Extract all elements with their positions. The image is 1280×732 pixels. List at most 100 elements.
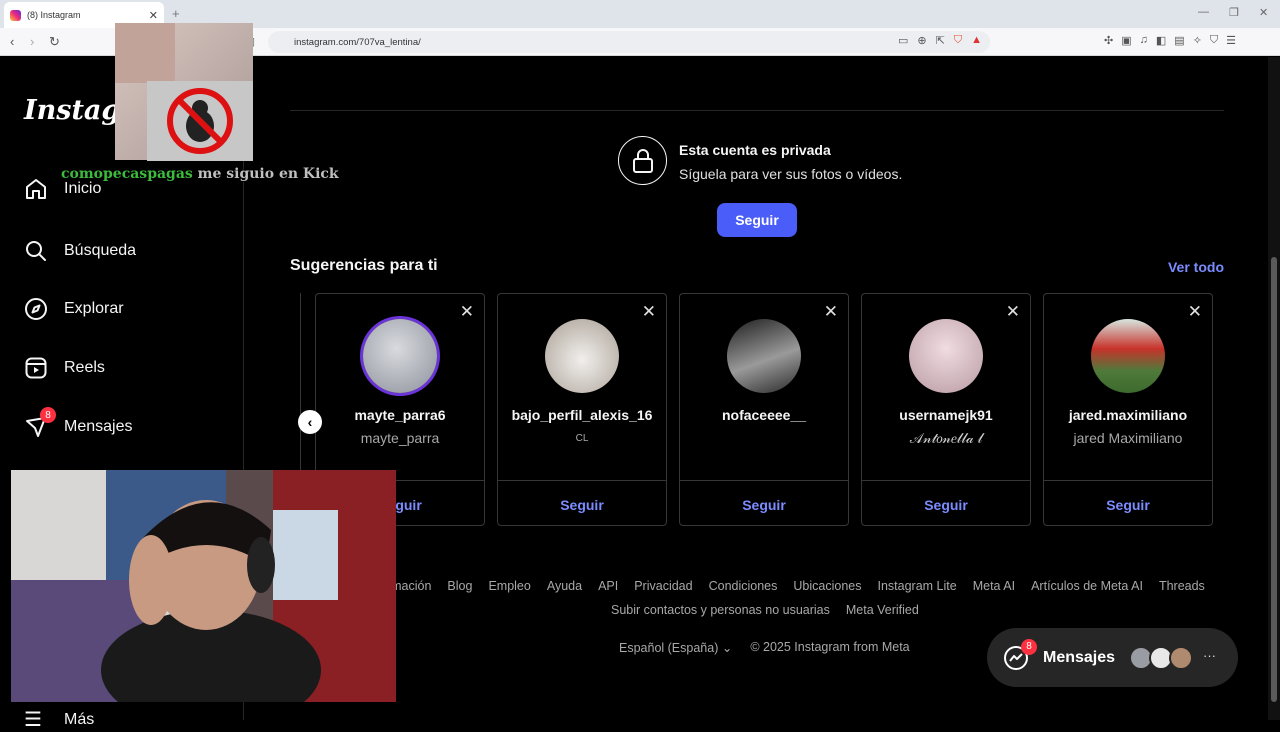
- dismiss-icon[interactable]: ✕: [1188, 302, 1202, 322]
- messenger-icon: 8: [1003, 638, 1037, 671]
- minimize-icon[interactable]: —: [1198, 6, 1209, 18]
- share-icon[interactable]: ⇱: [936, 34, 945, 47]
- suggestion-name: CL: [575, 433, 589, 444]
- language-select[interactable]: Español (España) ⌄: [619, 640, 732, 655]
- language-label: Español (España): [619, 641, 719, 655]
- dismiss-icon[interactable]: ✕: [642, 302, 656, 322]
- follow-button[interactable]: Seguir: [717, 203, 797, 237]
- see-all-link[interactable]: Ver todo: [1168, 259, 1224, 275]
- suggestions-title: Sugerencias para ti: [290, 257, 438, 274]
- sidebar-item-label: Inicio: [64, 180, 102, 197]
- suggestion-username[interactable]: jared.maximiliano: [1044, 407, 1212, 423]
- sidebar-item-label: Reels: [64, 359, 105, 376]
- footer-link[interactable]: Subir contactos y personas no usuarias: [611, 603, 830, 617]
- sidebar-item-label: Explorar: [64, 300, 124, 317]
- carousel-prev-button[interactable]: ‹: [298, 410, 322, 434]
- suggestion-follow-button[interactable]: Seguir: [862, 497, 1030, 513]
- footer-link[interactable]: API: [598, 579, 618, 593]
- url-actions: ▭ ⊕ ⇱ ⛉ ▲: [898, 34, 982, 47]
- footer-link[interactable]: Privacidad: [634, 579, 692, 593]
- avatar[interactable]: [1091, 319, 1165, 393]
- forward-icon[interactable]: ›: [30, 34, 34, 49]
- footer-links: ormación Blog Empleo Ayuda API Privacida…: [380, 579, 1240, 593]
- card-divider: [680, 480, 848, 481]
- suggestion-card: ✕ nofaceeee__ Seguir: [679, 293, 849, 526]
- avatar[interactable]: [363, 319, 437, 393]
- sidebar-item-reels[interactable]: Reels: [24, 356, 105, 380]
- lock-icon: [618, 136, 667, 185]
- dismiss-icon[interactable]: ✕: [460, 302, 474, 322]
- avatar: [1169, 646, 1193, 670]
- suggestion-follow-button[interactable]: Seguir: [680, 497, 848, 513]
- messages-icon: 8: [24, 407, 56, 439]
- wallet2-icon[interactable]: ▤: [1174, 34, 1184, 47]
- close-tab-icon[interactable]: ✕: [149, 9, 158, 22]
- back-icon[interactable]: ‹: [10, 34, 14, 49]
- suggestion-username[interactable]: usernamejk91: [862, 407, 1030, 423]
- footer-link[interactable]: Meta Verified: [846, 603, 919, 617]
- close-window-icon[interactable]: ✕: [1259, 6, 1268, 19]
- restore-icon[interactable]: ❐: [1229, 6, 1239, 19]
- suggestion-card: ✕ bajo_perfil_alexis_16 CL Seguir: [497, 293, 667, 526]
- alert-username: comopecaspagas: [61, 166, 193, 182]
- notification-badge: 8: [40, 407, 56, 423]
- scrollbar[interactable]: [1268, 57, 1280, 720]
- footer-link[interactable]: Empleo: [488, 579, 530, 593]
- new-tab-icon[interactable]: +: [172, 6, 180, 21]
- zoom-icon[interactable]: ⊕: [917, 34, 926, 47]
- leo-icon[interactable]: ✧: [1193, 34, 1202, 47]
- messages-pill[interactable]: 8 Mensajes ···: [987, 628, 1238, 687]
- footer-link[interactable]: Ubicaciones: [793, 579, 861, 593]
- sidebar-toggle-icon[interactable]: ◧: [1156, 34, 1166, 47]
- dismiss-icon[interactable]: ✕: [1006, 302, 1020, 322]
- private-account-subtitle: Síguela para ver sus fotos o vídeos.: [679, 166, 903, 182]
- messages-pill-label: Mensajes: [1043, 648, 1116, 666]
- compass-icon: [24, 297, 48, 321]
- avatar[interactable]: [545, 319, 619, 393]
- vpn-icon[interactable]: ⛉: [1210, 34, 1218, 47]
- suggestion-username[interactable]: bajo_perfil_alexis_16: [498, 407, 666, 423]
- footer-links-secondary: Subir contactos y personas no usuarias M…: [611, 603, 919, 617]
- address-bar[interactable]: instagram.com/707va_lentina/ ▭ ⊕ ⇱ ⛉ ▲: [268, 31, 990, 53]
- suggestion-card: ✕ jared.maximiliano jared Maximiliano Se…: [1043, 293, 1213, 526]
- footer-link[interactable]: Meta AI: [973, 579, 1015, 593]
- card-divider: [498, 480, 666, 481]
- footer-link[interactable]: Condiciones: [709, 579, 778, 593]
- suggestion-username[interactable]: nofaceeee__: [680, 407, 848, 423]
- avatar[interactable]: [909, 319, 983, 393]
- avatar[interactable]: [727, 319, 801, 393]
- footer-link[interactable]: Ayuda: [547, 579, 582, 593]
- footer-link[interactable]: Artículos de Meta AI: [1031, 579, 1143, 593]
- suggestion-name: mayte_parra: [360, 430, 440, 446]
- sidebar-item-mensajes[interactable]: 8 Mensajes: [24, 407, 133, 439]
- suggestion-follow-button[interactable]: Seguir: [1044, 497, 1212, 513]
- home-icon: [24, 177, 48, 201]
- sidebar-item-busqueda[interactable]: Búsqueda: [24, 239, 136, 263]
- suggestion-name: jared Maximiliano: [1073, 430, 1183, 446]
- cast-icon[interactable]: ▭: [898, 34, 908, 47]
- private-account-title: Esta cuenta es privada: [679, 142, 831, 158]
- brave-shield-icon[interactable]: ⛉: [954, 34, 962, 47]
- reload-icon[interactable]: ↻: [49, 34, 60, 50]
- wallet-icon[interactable]: ▣: [1121, 34, 1131, 47]
- dismiss-icon[interactable]: ✕: [824, 302, 838, 322]
- reels-icon: [24, 356, 48, 380]
- suggestion-follow-button[interactable]: Seguir: [498, 497, 666, 513]
- instagram-favicon-icon: [10, 9, 21, 21]
- menu-icon[interactable]: ☰: [1226, 34, 1236, 47]
- card-divider: [1044, 480, 1212, 481]
- footer-link[interactable]: Blog: [447, 579, 472, 593]
- toolbar-icons: ✣ ▣ ♫ ◧ ▤ ✧ ⛉ ☰: [1104, 34, 1236, 47]
- sidebar-item-label: Mensajes: [64, 418, 133, 435]
- scrollbar-thumb[interactable]: [1271, 257, 1277, 702]
- tab-title: (8) Instagram: [27, 10, 81, 20]
- media-icon[interactable]: ♫: [1140, 34, 1148, 47]
- sidebar-item-explorar[interactable]: Explorar: [24, 297, 124, 321]
- footer-link[interactable]: Instagram Lite: [877, 579, 956, 593]
- more-icon: ···: [1203, 648, 1216, 663]
- suggestion-username[interactable]: mayte_parra6: [316, 407, 484, 423]
- extensions-icon[interactable]: ✣: [1104, 34, 1113, 47]
- rewards-icon[interactable]: ▲: [971, 34, 982, 47]
- footer-bottom: Español (España) ⌄ © 2025 Instagram from…: [619, 640, 910, 655]
- footer-link[interactable]: Threads: [1159, 579, 1205, 593]
